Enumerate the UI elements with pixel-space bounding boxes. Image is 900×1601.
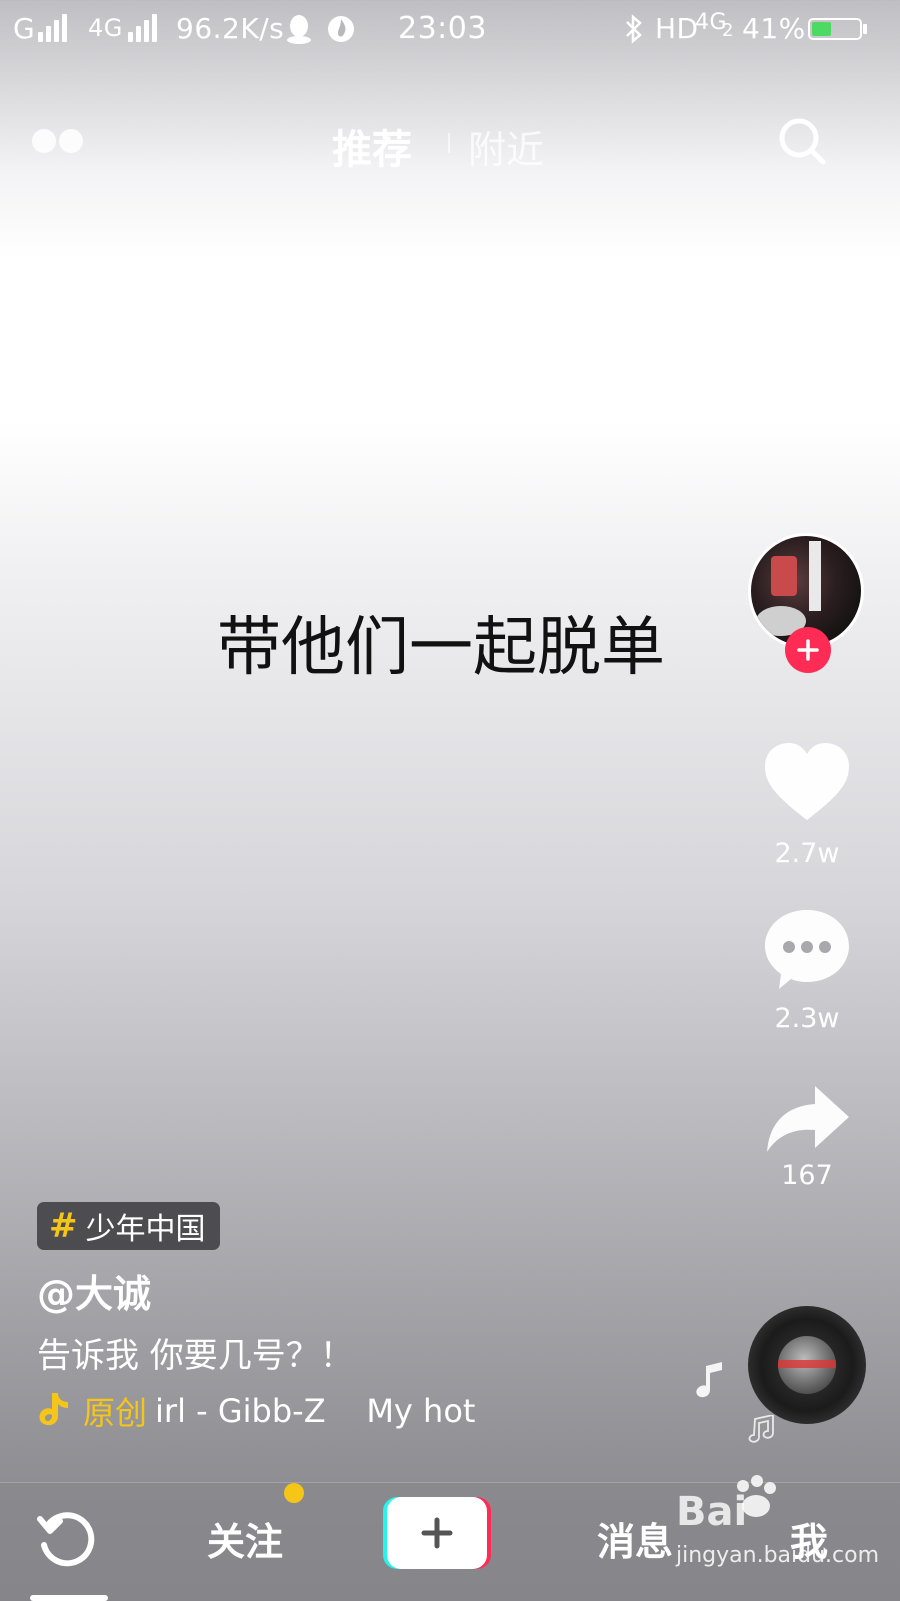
live-icon[interactable] xyxy=(30,127,86,159)
music-note-icon xyxy=(694,1362,724,1402)
qq-icon xyxy=(286,14,312,48)
create-button[interactable] xyxy=(383,1497,491,1569)
share-icon[interactable] xyxy=(765,1084,851,1158)
signal-icon-2 xyxy=(128,14,157,42)
like-count: 2.7w xyxy=(774,838,840,869)
follow-notification-dot xyxy=(284,1483,304,1503)
music-note-icon-small xyxy=(746,1413,776,1447)
comment-icon[interactable] xyxy=(763,908,851,996)
bottom-nav: 关注 消息 我 Bai jingyan.baidu.com xyxy=(0,1475,900,1601)
search-icon[interactable] xyxy=(776,115,828,171)
like-icon[interactable] xyxy=(763,742,851,826)
hashtag-label: 少年中国 xyxy=(85,1212,206,1247)
tab-follow[interactable]: 关注 xyxy=(207,1511,283,1566)
signal-icon xyxy=(38,14,67,42)
tab-messages[interactable]: 消息 xyxy=(597,1511,673,1566)
clock: 23:03 xyxy=(398,11,487,46)
follow-plus-button[interactable] xyxy=(785,627,831,673)
battery-icon xyxy=(808,18,862,40)
hashtag-chip[interactable]: # 少年中国 xyxy=(37,1202,220,1250)
network-type: 4G xyxy=(88,14,123,42)
battery-percent: 41% xyxy=(742,12,806,45)
home-tab-indicator xyxy=(30,1595,108,1601)
refresh-icon[interactable] xyxy=(36,1511,96,1575)
battery-tip xyxy=(863,24,867,34)
hashtag-icon: # xyxy=(49,1206,78,1246)
watermark-site: jingyan.baidu.com xyxy=(676,1543,880,1568)
author-name[interactable]: @大诚 xyxy=(37,1263,151,1318)
sim-slot: 2 xyxy=(722,20,734,41)
tab-recommend[interactable]: 推荐 xyxy=(332,117,412,175)
network-speed: 96.2K/s xyxy=(176,12,285,45)
tab-nearby[interactable]: 附近 xyxy=(468,119,544,174)
hd-label: HD xyxy=(655,12,699,45)
top-nav: 推荐 附近 xyxy=(0,105,900,175)
tiktok-note-icon xyxy=(37,1391,71,1431)
music-original-tag: 原创 xyxy=(83,1394,148,1432)
comment-count: 2.3w xyxy=(774,1003,840,1034)
music-info[interactable]: 原创 irl - Gibb-Z My hot xyxy=(37,1388,475,1434)
post-description: 告诉我 你要几号？！ xyxy=(37,1336,354,1376)
carrier-label: G xyxy=(13,12,36,45)
plus-icon xyxy=(421,1517,453,1549)
music-disc[interactable] xyxy=(748,1306,866,1424)
share-count: 167 xyxy=(781,1160,833,1191)
tab-divider xyxy=(448,133,450,153)
music-cover xyxy=(778,1336,836,1394)
music-title: irl - Gibb-Z My hot xyxy=(155,1392,476,1430)
bluetooth-icon xyxy=(623,13,645,49)
status-bar: G 4G 96.2K/s 23:03 HD 4G 2 41% xyxy=(0,0,900,62)
baidu-paw-icon xyxy=(730,1473,780,1527)
flame-icon xyxy=(327,14,355,48)
video-caption: 带他们一起脱单 xyxy=(217,611,665,685)
